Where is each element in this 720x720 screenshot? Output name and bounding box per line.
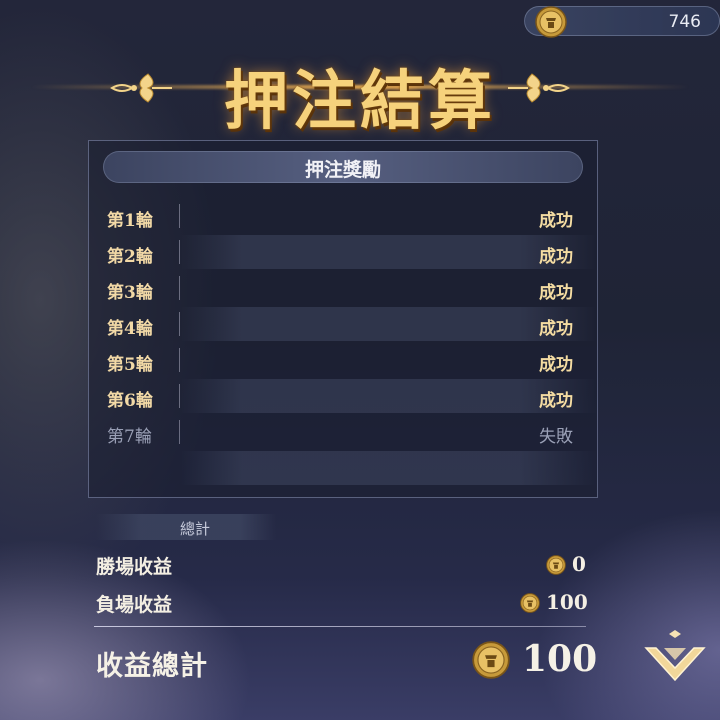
round-name: 第7輪 <box>107 427 152 447</box>
round-row: 第2輪 成功 <box>89 235 597 269</box>
gold-coin-icon <box>472 641 510 679</box>
round-row-failed: 第7輪 失敗 <box>89 415 597 449</box>
round-name: 第3輪 <box>107 283 153 303</box>
totals-section-tab: 總計 <box>96 514 276 540</box>
round-name: 第6輪 <box>107 391 153 411</box>
round-name: 第2輪 <box>107 247 153 267</box>
gold-coin-icon <box>520 593 540 613</box>
round-result: 成功 <box>539 355 573 375</box>
grand-total-value: 100 <box>522 638 598 680</box>
lose-earnings-value: 100 <box>546 590 588 614</box>
continue-button[interactable] <box>642 630 708 686</box>
currency-display: 746 <box>524 6 720 38</box>
row-separator <box>179 384 180 408</box>
row-separator <box>179 276 180 300</box>
currency-amount: 746 <box>668 12 701 32</box>
totals-divider <box>94 626 586 627</box>
lose-earnings-label: 負場收益 <box>96 594 173 616</box>
grand-total-label: 收益總計 <box>96 651 208 682</box>
round-name: 第5輪 <box>107 355 153 375</box>
panel-header-label: 押注獎勵 <box>304 159 381 181</box>
round-result: 失敗 <box>539 427 573 447</box>
page-title: 押注結算 <box>224 64 496 139</box>
round-row: 第3輪 成功 <box>89 271 597 305</box>
win-earnings-label: 勝場收益 <box>96 556 173 578</box>
gold-coin-icon <box>535 6 567 38</box>
row-separator <box>179 348 180 372</box>
gold-coin-icon <box>546 555 566 575</box>
round-row: 第6輪 成功 <box>89 379 597 413</box>
round-result: 成功 <box>539 211 573 231</box>
round-row: 第4輪 成功 <box>89 307 597 341</box>
chevron-down-icon <box>644 630 706 682</box>
panel-header: 押注獎勵 <box>103 151 583 183</box>
round-result: 成功 <box>539 391 573 411</box>
totals-section-label: 總計 <box>180 520 211 538</box>
round-row: 第1輪 成功 <box>89 199 597 233</box>
row-separator <box>179 240 180 264</box>
round-result: 成功 <box>539 319 573 339</box>
round-name: 第4輪 <box>107 319 153 339</box>
row-separator <box>179 204 180 228</box>
row-separator <box>179 420 180 444</box>
round-name: 第1輪 <box>107 211 153 231</box>
bet-rewards-panel: 押注獎勵 第1輪 成功 第2輪 成功 第3輪 成功 第4輪 成功 第5輪 成功 … <box>88 140 598 498</box>
round-row: 第5輪 成功 <box>89 343 597 377</box>
row-separator <box>179 312 180 336</box>
round-result: 成功 <box>539 283 573 303</box>
round-result: 成功 <box>539 247 573 267</box>
win-earnings-value: 0 <box>572 552 586 576</box>
empty-row <box>89 451 597 485</box>
